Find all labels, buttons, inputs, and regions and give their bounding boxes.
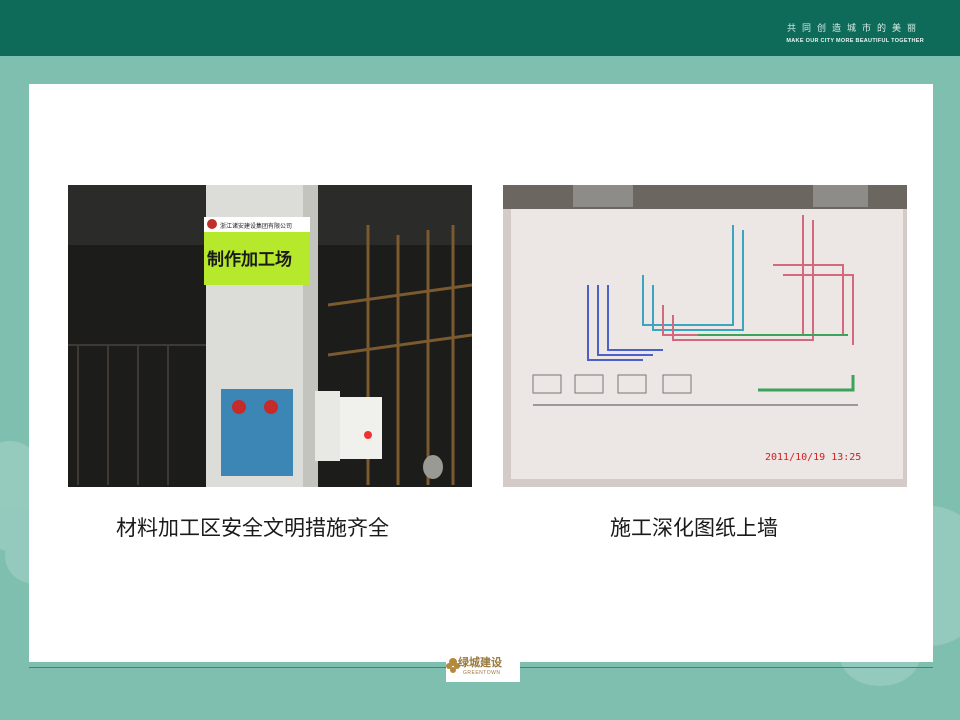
photo-processing-workshop: 浙江诸安建设集团有限公司 制作加工场: [68, 185, 472, 487]
slogan-english: MAKE OUR CITY MORE BEAUTIFUL TOGETHER: [786, 38, 924, 44]
photo-timestamp: 2011/10/19 13:25: [765, 452, 861, 463]
header-bar: 共同创造城市的美丽 MAKE OUR CITY MORE BEAUTIFUL T…: [0, 0, 960, 56]
caption-left: 材料加工区安全文明措施齐全: [116, 516, 389, 540]
sign-title: 制作加工场: [207, 249, 292, 270]
logo-text-chinese: 绿城建设: [458, 656, 502, 669]
logo-text-english: GREENTOWN: [463, 670, 501, 676]
caption-right: 施工深化图纸上墙: [610, 516, 778, 540]
photo-drawings-on-wall: 2011/10/19 13:25: [503, 185, 907, 487]
sign-company-name: 浙江诸安建设集团有限公司: [220, 222, 292, 230]
slogan-chinese: 共同创造城市的美丽: [786, 24, 922, 34]
